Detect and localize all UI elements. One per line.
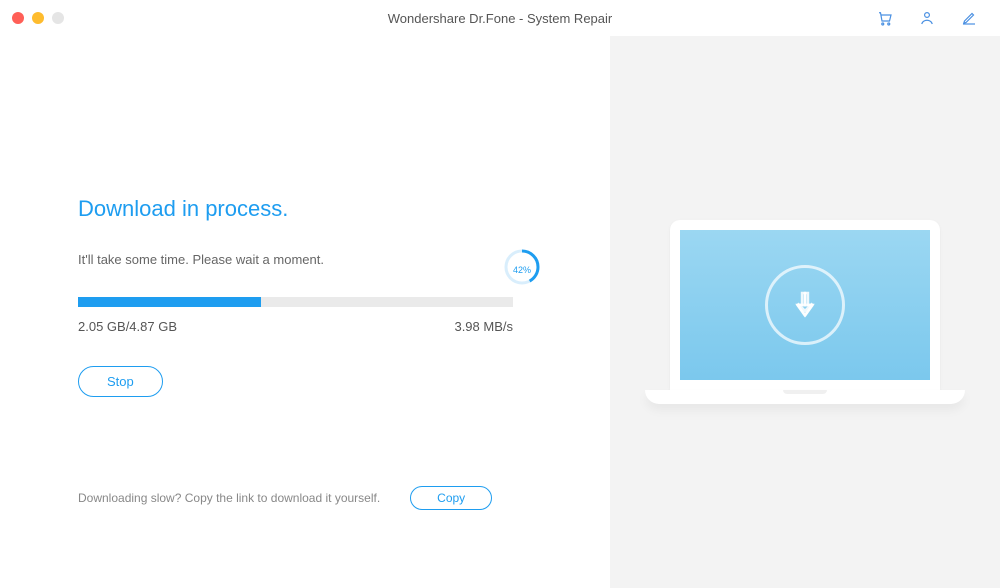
- page-subtext: It'll take some time. Please wait a mome…: [78, 252, 532, 267]
- download-icon: [765, 265, 845, 345]
- user-icon[interactable]: [918, 9, 936, 27]
- close-window-button[interactable]: [12, 12, 24, 24]
- header-icons: [876, 9, 988, 27]
- content: Download in process. It'll take some tim…: [0, 36, 1000, 588]
- progress-circle: 42%: [502, 247, 542, 292]
- laptop-display: [680, 230, 930, 380]
- window-title: Wondershare Dr.Fone - System Repair: [388, 11, 612, 26]
- left-panel: Download in process. It'll take some tim…: [0, 36, 610, 588]
- copy-button[interactable]: Copy: [410, 486, 492, 510]
- laptop-screen: [670, 220, 940, 390]
- stop-button[interactable]: Stop: [78, 366, 163, 397]
- progress-percent: 42%: [513, 265, 531, 275]
- footer-hint: Downloading slow? Copy the link to downl…: [78, 491, 380, 505]
- page-title: Download in process.: [78, 196, 532, 222]
- laptop-illustration: [645, 220, 965, 404]
- maximize-window-button[interactable]: [52, 12, 64, 24]
- progress-bar: [78, 297, 513, 307]
- progress-speed: 3.98 MB/s: [454, 319, 513, 334]
- titlebar: Wondershare Dr.Fone - System Repair: [0, 0, 1000, 36]
- minimize-window-button[interactable]: [32, 12, 44, 24]
- edit-icon[interactable]: [960, 9, 978, 27]
- footer-row: Downloading slow? Copy the link to downl…: [78, 486, 492, 510]
- progress-bar-fill: [78, 297, 261, 307]
- laptop-base: [645, 390, 965, 404]
- progress-section: 42% 2.05 GB/4.87 GB 3.98 MB/s Stop: [78, 297, 532, 397]
- window-controls: [12, 12, 64, 24]
- progress-stats: 2.05 GB/4.87 GB 3.98 MB/s: [78, 319, 513, 334]
- right-panel: [610, 36, 1000, 588]
- cart-icon[interactable]: [876, 9, 894, 27]
- progress-size: 2.05 GB/4.87 GB: [78, 319, 177, 334]
